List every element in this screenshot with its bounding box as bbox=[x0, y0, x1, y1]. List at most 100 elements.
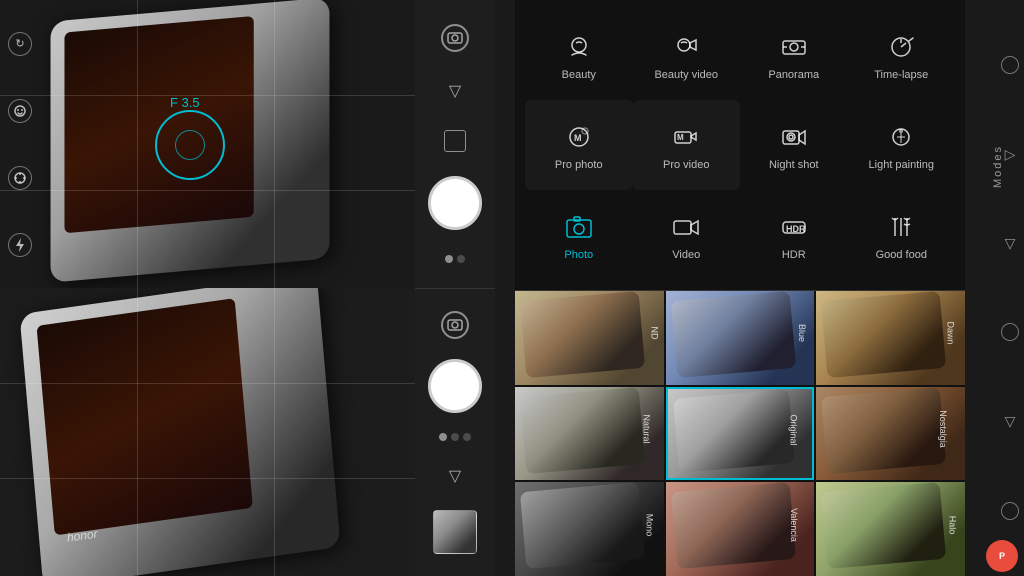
mode-light-painting[interactable]: Light painting bbox=[848, 100, 956, 190]
filter-blue[interactable]: Blue bbox=[666, 291, 815, 385]
flash-icon[interactable] bbox=[8, 233, 32, 257]
night-shot-icon bbox=[776, 119, 812, 155]
photo-icon bbox=[561, 209, 597, 245]
filter-nostalgia-label: Nostalgia bbox=[938, 410, 948, 448]
viewfinder-top: F 3.5 ↻ bbox=[0, 0, 415, 288]
shutter-button-top[interactable] bbox=[428, 176, 482, 230]
light-painting-label: Light painting bbox=[869, 159, 934, 171]
viewfinder-bottom: honor Pro photo EV 0.0 S 720 ISO 400 bbox=[0, 288, 415, 576]
last-photo-thumbnail[interactable] bbox=[433, 510, 477, 554]
mode-panorama[interactable]: Panorama bbox=[740, 10, 848, 100]
svg-text:M: M bbox=[677, 133, 684, 142]
aperture-label: F 3.5 bbox=[170, 95, 200, 110]
filter-valencia-label: Valencia bbox=[789, 508, 799, 542]
phone-screen-top bbox=[64, 16, 253, 233]
filter-blue-label: Blue bbox=[797, 324, 807, 342]
right-circle-2 bbox=[1001, 323, 1019, 341]
format-square-icon[interactable] bbox=[444, 130, 466, 152]
beauty-video-label: Beauty video bbox=[654, 69, 718, 81]
filter-thumb-mono bbox=[515, 482, 664, 576]
right-circle-3 bbox=[1001, 502, 1019, 520]
night-shot-label: Night shot bbox=[769, 159, 819, 171]
dot-indicator-5 bbox=[463, 433, 471, 441]
pro-photo-label-mode: Pro photo bbox=[555, 159, 603, 171]
switch-camera-icon-bottom[interactable] bbox=[441, 311, 469, 339]
left-panel: F 3.5 ↻ bbox=[0, 0, 415, 576]
mode-beauty-video[interactable]: Beauty video bbox=[633, 10, 741, 100]
svg-text:HDR: HDR bbox=[786, 224, 806, 234]
pro-video-icon: M bbox=[668, 119, 704, 155]
mode-beauty[interactable]: Beauty bbox=[525, 10, 633, 100]
focus-inner bbox=[175, 130, 205, 160]
beauty-icon bbox=[561, 29, 597, 65]
dot-indicator-1 bbox=[445, 255, 453, 263]
mode-time-lapse[interactable]: Time-lapse bbox=[848, 10, 956, 100]
chevron-right-icon-1[interactable]: ▷ bbox=[1005, 146, 1016, 163]
mode-pro-photo[interactable]: M Pro photo bbox=[525, 100, 633, 190]
light-painting-icon bbox=[883, 119, 919, 155]
chevron-down-icon-2[interactable]: ▽ bbox=[1005, 413, 1016, 430]
filters-grid: ND Blue Dawn bbox=[515, 291, 965, 576]
middle-controls-top: ▽ bbox=[415, 0, 495, 288]
filter-halo-label: Halo bbox=[948, 516, 958, 535]
filter-nd[interactable]: ND bbox=[515, 291, 664, 385]
filter-original[interactable]: Original bbox=[666, 387, 815, 481]
time-lapse-icon bbox=[883, 29, 919, 65]
phone-mockup-bottom: honor bbox=[19, 288, 340, 576]
right-sidebar: ▷ ▽ ▽ bbox=[996, 0, 1024, 576]
watermark-logo: P bbox=[986, 540, 1018, 572]
panorama-label: Panorama bbox=[768, 69, 819, 81]
beauty-video-icon bbox=[668, 29, 704, 65]
dot-indicator-4 bbox=[451, 433, 459, 441]
nav-down-icon-top[interactable]: ▽ bbox=[441, 77, 469, 105]
dot-indicator-2 bbox=[457, 255, 465, 263]
hdr-label: HDR bbox=[782, 249, 806, 261]
mode-video[interactable]: Video bbox=[633, 190, 741, 280]
face-detect-icon[interactable] bbox=[8, 99, 32, 123]
effects-icon[interactable] bbox=[8, 166, 32, 190]
filter-halo[interactable]: Halo bbox=[816, 482, 965, 576]
filter-thumb-blue bbox=[666, 291, 815, 385]
nav-down-icon-bottom[interactable]: ▽ bbox=[441, 462, 469, 490]
right-circle-1 bbox=[1001, 56, 1019, 74]
mode-night-shot[interactable]: Night shot bbox=[740, 100, 848, 190]
filter-mono-label: Mono bbox=[644, 514, 654, 537]
dot-indicator-3 bbox=[439, 433, 447, 441]
panorama-icon bbox=[776, 29, 812, 65]
phone-screen-bottom bbox=[37, 298, 253, 535]
pro-photo-icon: M bbox=[561, 119, 597, 155]
chevron-down-icon-1[interactable]: ▽ bbox=[1005, 235, 1016, 252]
filter-natural-label: Natural bbox=[641, 415, 651, 444]
right-panel: Modes Beauty Beauty vide bbox=[495, 0, 1024, 576]
hdr-icon: HDR bbox=[776, 209, 812, 245]
good-food-icon bbox=[883, 209, 919, 245]
rotate-icon[interactable]: ↻ bbox=[8, 32, 32, 56]
mode-pro-video[interactable]: M Pro video bbox=[633, 100, 741, 190]
filter-dawn[interactable]: Dawn bbox=[816, 291, 965, 385]
middle-panel: ▽ ▽ bbox=[415, 0, 495, 576]
middle-controls-bottom: ▽ bbox=[415, 289, 495, 576]
time-lapse-label: Time-lapse bbox=[874, 69, 928, 81]
filter-nostalgia[interactable]: Nostalgia bbox=[816, 387, 965, 481]
switch-camera-icon-top[interactable] bbox=[441, 24, 469, 52]
beauty-label: Beauty bbox=[562, 69, 596, 81]
filter-mono[interactable]: Mono bbox=[515, 482, 664, 576]
video-label: Video bbox=[672, 249, 700, 261]
mode-good-food[interactable]: Good food bbox=[848, 190, 956, 280]
filter-natural[interactable]: Natural bbox=[515, 387, 664, 481]
svg-text:M: M bbox=[574, 133, 582, 143]
filter-thumb-dawn bbox=[816, 291, 965, 385]
pro-video-label: Pro video bbox=[663, 159, 709, 171]
filter-original-label: Original bbox=[789, 414, 799, 445]
video-icon bbox=[668, 209, 704, 245]
filter-valencia[interactable]: Valencia bbox=[666, 482, 815, 576]
filter-thumb-halo bbox=[816, 482, 965, 576]
mode-hdr[interactable]: HDR HDR bbox=[740, 190, 848, 280]
focus-circle bbox=[155, 110, 225, 180]
mode-photo[interactable]: Photo bbox=[525, 190, 633, 280]
photo-label: Photo bbox=[564, 249, 593, 261]
shutter-button-bottom[interactable] bbox=[428, 359, 482, 413]
left-sidebar-top: ↻ bbox=[5, 0, 35, 288]
pokde-watermark: P bbox=[986, 540, 1018, 572]
modes-grid: Beauty Beauty video bbox=[515, 0, 965, 290]
